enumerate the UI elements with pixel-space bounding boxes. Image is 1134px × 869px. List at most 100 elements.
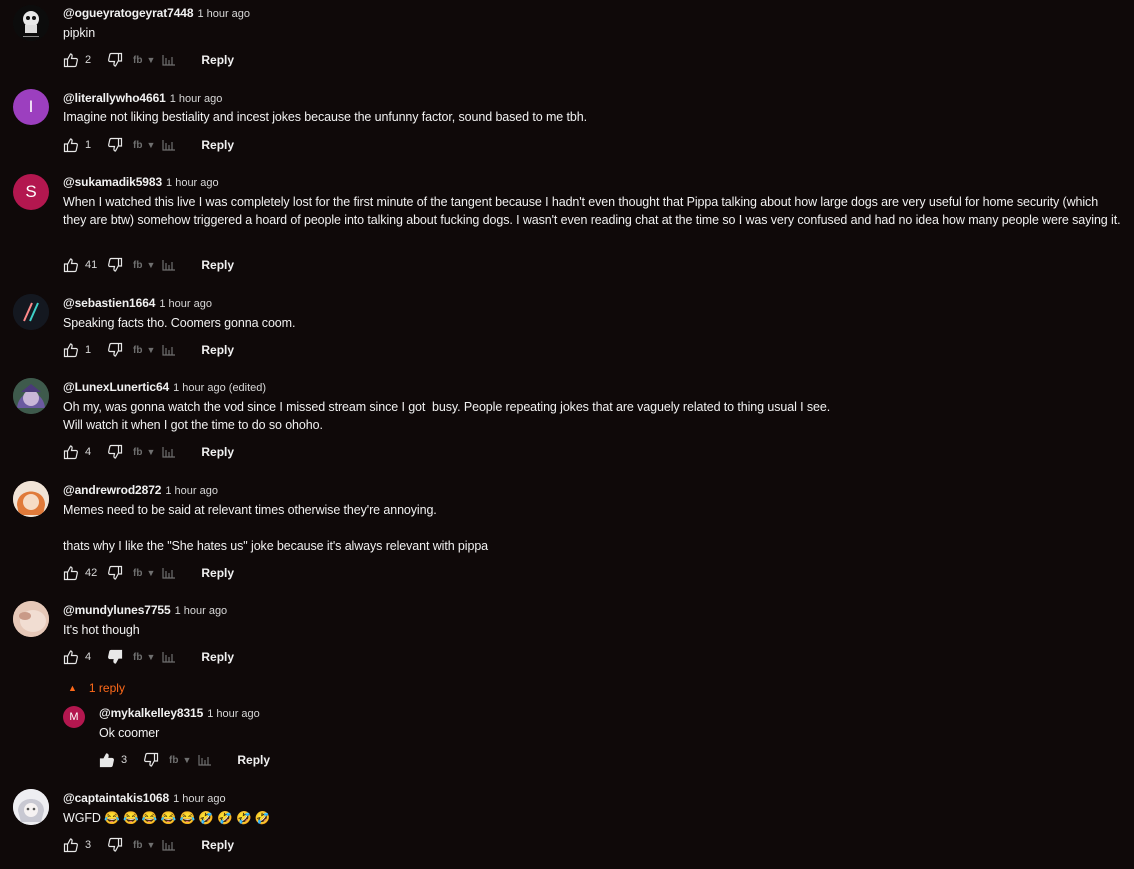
comment-author[interactable]: @captaintakis1068 xyxy=(63,791,169,805)
avatar[interactable] xyxy=(13,481,49,517)
avatar[interactable]: S xyxy=(13,174,49,210)
extension-rating-icon[interactable]: fb ▼ xyxy=(133,345,155,356)
avatar[interactable] xyxy=(13,789,49,825)
stats-bars-icon[interactable] xyxy=(162,54,176,66)
like-count: 4 xyxy=(85,651,92,663)
stats-bars-icon[interactable] xyxy=(162,139,176,151)
extension-rating-icon[interactable]: fb ▼ xyxy=(133,447,155,458)
dislike-icon[interactable] xyxy=(107,837,123,853)
reply-button[interactable]: Reply xyxy=(201,838,234,852)
replies-toggle[interactable]: ▲ 1 reply xyxy=(68,681,125,695)
extension-rating-icon[interactable]: fb ▼ xyxy=(133,652,155,663)
dropdown-arrow-icon[interactable]: ▼ xyxy=(146,652,155,662)
comment-author[interactable]: @mundylunes7755 xyxy=(63,603,171,617)
stats-bars-icon[interactable] xyxy=(162,446,176,458)
dropdown-arrow-icon[interactable]: ▼ xyxy=(146,447,155,457)
like-icon[interactable] xyxy=(63,649,79,665)
like-count: 4 xyxy=(85,446,92,458)
avatar[interactable]: M xyxy=(63,706,85,728)
extension-rating-icon[interactable]: fb ▼ xyxy=(133,840,155,851)
reply-button[interactable]: Reply xyxy=(201,258,234,272)
extension-rating-icon[interactable]: fb ▼ xyxy=(169,755,191,766)
reply-button[interactable]: Reply xyxy=(201,138,234,152)
stats-bars-icon[interactable] xyxy=(198,754,212,766)
extension-rating-icon[interactable]: fb ▼ xyxy=(133,55,155,66)
like-icon[interactable] xyxy=(63,257,79,273)
avatar-letter: S xyxy=(25,182,37,201)
reply-button[interactable]: Reply xyxy=(201,566,234,580)
like-icon[interactable] xyxy=(63,137,79,153)
comment-text: When I watched this live I was completel… xyxy=(63,195,1121,227)
dropdown-arrow-icon[interactable]: ▼ xyxy=(146,345,155,355)
dislike-icon[interactable] xyxy=(107,342,123,358)
comment-time[interactable]: 1 hour ago xyxy=(197,8,250,20)
comment-actions: 2 fb ▼ Reply xyxy=(63,50,234,70)
avatar[interactable] xyxy=(13,378,49,414)
comment-author[interactable]: @sukamadik5983 xyxy=(63,175,162,189)
avatar[interactable] xyxy=(13,5,49,41)
dropdown-arrow-icon[interactable]: ▼ xyxy=(182,755,191,765)
like-icon[interactable] xyxy=(63,837,79,853)
comment-text: Memes need to be said at relevant times … xyxy=(63,503,489,553)
comment-text: Oh my, was gonna watch the vod since I m… xyxy=(63,400,831,432)
dislike-icon[interactable] xyxy=(107,444,123,460)
dropdown-arrow-icon[interactable]: ▼ xyxy=(146,55,155,65)
reply-button[interactable]: Reply xyxy=(201,53,234,67)
like-icon[interactable] xyxy=(63,342,79,358)
comment-actions: 3 fb ▼ Reply xyxy=(63,835,234,855)
comment-time[interactable]: 1 hour ago xyxy=(165,485,218,497)
comment-author[interactable]: @literallywho4661 xyxy=(63,91,166,105)
avatar[interactable]: I xyxy=(13,89,49,125)
dropdown-arrow-icon[interactable]: ▼ xyxy=(146,140,155,150)
dislike-icon[interactable] xyxy=(107,52,123,68)
like-icon[interactable] xyxy=(63,52,79,68)
avatar-letter: I xyxy=(28,97,34,116)
dislike-icon[interactable] xyxy=(107,137,123,153)
comment-time[interactable]: 1 hour ago xyxy=(207,708,260,720)
avatar[interactable] xyxy=(13,294,49,330)
comment-time[interactable]: 1 hour ago xyxy=(170,93,223,105)
extension-rating-icon[interactable]: fb ▼ xyxy=(133,140,155,151)
comment-time[interactable]: 1 hour ago xyxy=(166,177,219,189)
like-count: 42 xyxy=(85,567,98,579)
extension-rating-icon[interactable]: fb ▼ xyxy=(133,260,155,271)
comment-time[interactable]: 1 hour ago xyxy=(175,605,228,617)
reply-button[interactable]: Reply xyxy=(201,445,234,459)
comment-text: pipkin xyxy=(63,26,96,40)
reply-button[interactable]: Reply xyxy=(237,753,270,767)
comment-author[interactable]: @LunexLunertic64 xyxy=(63,380,169,394)
stats-bars-icon[interactable] xyxy=(162,259,176,271)
dislike-icon[interactable] xyxy=(143,752,159,768)
dislike-icon-filled[interactable] xyxy=(107,649,123,665)
stats-bars-icon[interactable] xyxy=(162,839,176,851)
dislike-icon[interactable] xyxy=(107,257,123,273)
dropdown-arrow-icon[interactable]: ▼ xyxy=(146,840,155,850)
extension-rating-icon[interactable]: fb ▼ xyxy=(133,568,155,579)
like-icon-filled[interactable] xyxy=(99,752,115,768)
comment-time[interactable]: 1 hour ago (edited) xyxy=(173,382,266,394)
comment-author[interactable]: @ogueyratogeyrat7448 xyxy=(63,6,194,20)
comment-author[interactable]: @andrewrod2872 xyxy=(63,483,161,497)
reply-button[interactable]: Reply xyxy=(201,650,234,664)
comment-text: Ok coomer xyxy=(99,726,160,740)
dropdown-arrow-icon[interactable]: ▼ xyxy=(146,260,155,270)
comment-actions: 42 fb ▼ Reply xyxy=(63,563,234,583)
comment-actions: 41 fb ▼ Reply xyxy=(63,255,234,275)
avatar[interactable] xyxy=(13,601,49,637)
comment-author[interactable]: @mykalkelley8315 xyxy=(99,706,203,720)
stats-bars-icon[interactable] xyxy=(162,344,176,356)
comment-time[interactable]: 1 hour ago xyxy=(173,793,226,805)
stats-bars-icon[interactable] xyxy=(162,567,176,579)
like-count: 3 xyxy=(121,754,128,766)
like-icon[interactable] xyxy=(63,565,79,581)
like-count: 1 xyxy=(85,344,92,356)
like-icon[interactable] xyxy=(63,444,79,460)
comment-time[interactable]: 1 hour ago xyxy=(159,298,212,310)
comment-actions: 1 fb ▼ Reply xyxy=(63,340,234,360)
dropdown-arrow-icon[interactable]: ▼ xyxy=(146,568,155,578)
comment-actions: 4 fb ▼ Reply xyxy=(63,442,234,462)
stats-bars-icon[interactable] xyxy=(162,651,176,663)
comment-author[interactable]: @sebastien1664 xyxy=(63,296,155,310)
reply-button[interactable]: Reply xyxy=(201,343,234,357)
dislike-icon[interactable] xyxy=(107,565,123,581)
